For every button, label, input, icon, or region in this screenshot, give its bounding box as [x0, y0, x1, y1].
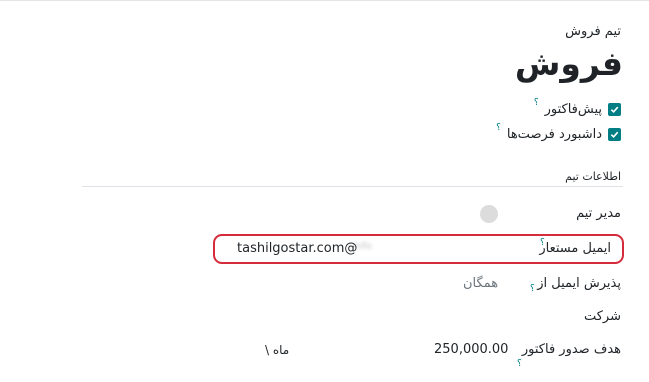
top-divider	[0, 0, 649, 1]
invoicing-target-input[interactable]: 250,000.00	[434, 342, 508, 357]
email-alias-domain: tashilgostar.com@	[237, 241, 358, 256]
checkmark-icon	[610, 106, 619, 113]
accept-emails-select[interactable]: همگان	[463, 276, 498, 291]
team-name-field[interactable]: فروش	[515, 42, 623, 86]
quotations-help-icon[interactable]: ؟	[534, 98, 539, 108]
quotations-label: پیش‌فاکتور	[544, 101, 602, 117]
company-label: شرکت	[583, 309, 621, 324]
accept-emails-help-icon[interactable]: ؟	[530, 284, 649, 294]
checkmark-icon	[610, 131, 619, 138]
team-label: تیم فروش	[565, 24, 621, 39]
option-quotations: پیش‌فاکتور ؟	[534, 98, 621, 118]
team-leader-label: مدیر تیم	[576, 206, 621, 221]
section-divider	[82, 186, 623, 187]
pipeline-dashboard-help-icon[interactable]: ؟	[496, 123, 501, 133]
invoicing-target-help-icon[interactable]: ؟	[517, 359, 649, 369]
invoicing-target-label: هدف صدور فاکتور	[521, 342, 621, 357]
quotations-checkbox[interactable]	[608, 102, 621, 116]
team-info-section-title: اطلاعات تیم	[565, 170, 621, 183]
sales-team-form: تیم فروش فروش پیش‌فاکتور ؟ داشبورد فرصت‌…	[0, 0, 649, 382]
avatar[interactable]	[480, 205, 498, 223]
email-alias-help-icon[interactable]: ؟	[540, 238, 649, 248]
option-pipeline-dashboard: داشبورد فرصت‌ها ؟	[496, 123, 621, 143]
pipeline-dashboard-label: داشبورد فرصت‌ها	[506, 126, 602, 142]
pipeline-dashboard-checkbox[interactable]	[608, 127, 621, 141]
invoicing-target-period: \ ماه	[265, 343, 290, 357]
